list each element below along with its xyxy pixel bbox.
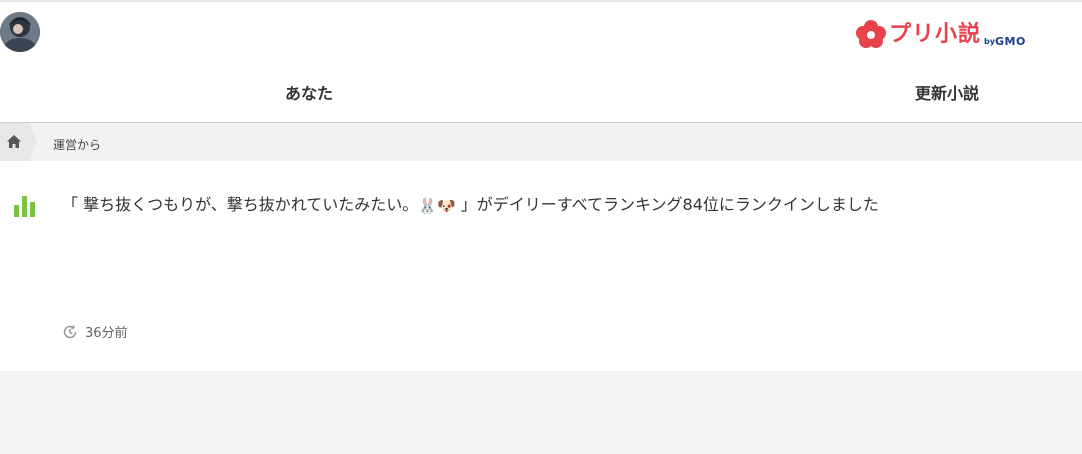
- breadcrumb-current: 運営から: [53, 138, 102, 152]
- time-ago: 36分前: [85, 326, 128, 341]
- notification-time: 36分前: [62, 322, 128, 341]
- tab-you[interactable]: あなた: [285, 80, 333, 104]
- notification-item[interactable]: 「 撃ち抜くつもりが、撃ち抜かれていたみたい。🐰🐶 」がデイリーすべてランキング…: [0, 161, 1082, 371]
- dog-emoji-icon: 🐶: [436, 197, 456, 215]
- notification-message: 「 撃ち抜くつもりが、撃ち抜かれていたみたい。🐰🐶 」がデイリーすべてランキング…: [62, 194, 879, 217]
- message-text-after: 」がデイリーすべてランキング84位にランクインしました: [455, 195, 879, 214]
- tab-updated-novels[interactable]: 更新小説: [915, 80, 979, 104]
- rabbit-emoji-icon: 🐰: [418, 197, 437, 215]
- user-avatar[interactable]: [0, 12, 40, 52]
- app-header: プリ小説 by GMO あなた 更新小説: [0, 0, 1082, 123]
- clock-history-icon: [63, 324, 77, 338]
- logo-brand: GMO: [994, 35, 1026, 48]
- message-text-before: 「 撃ち抜くつもりが、撃ち抜かれていたみたい。: [62, 195, 419, 214]
- breadcrumb: 運営から: [0, 123, 1082, 161]
- breadcrumb-home[interactable]: [0, 123, 37, 161]
- flower-logo-icon: [856, 20, 886, 48]
- home-icon: [7, 135, 21, 148]
- logo-name: プリ小説: [889, 22, 982, 47]
- ranking-chart-icon: [14, 196, 35, 217]
- logo-by: by: [984, 37, 995, 46]
- site-logo[interactable]: プリ小説 by GMO: [855, 19, 1026, 49]
